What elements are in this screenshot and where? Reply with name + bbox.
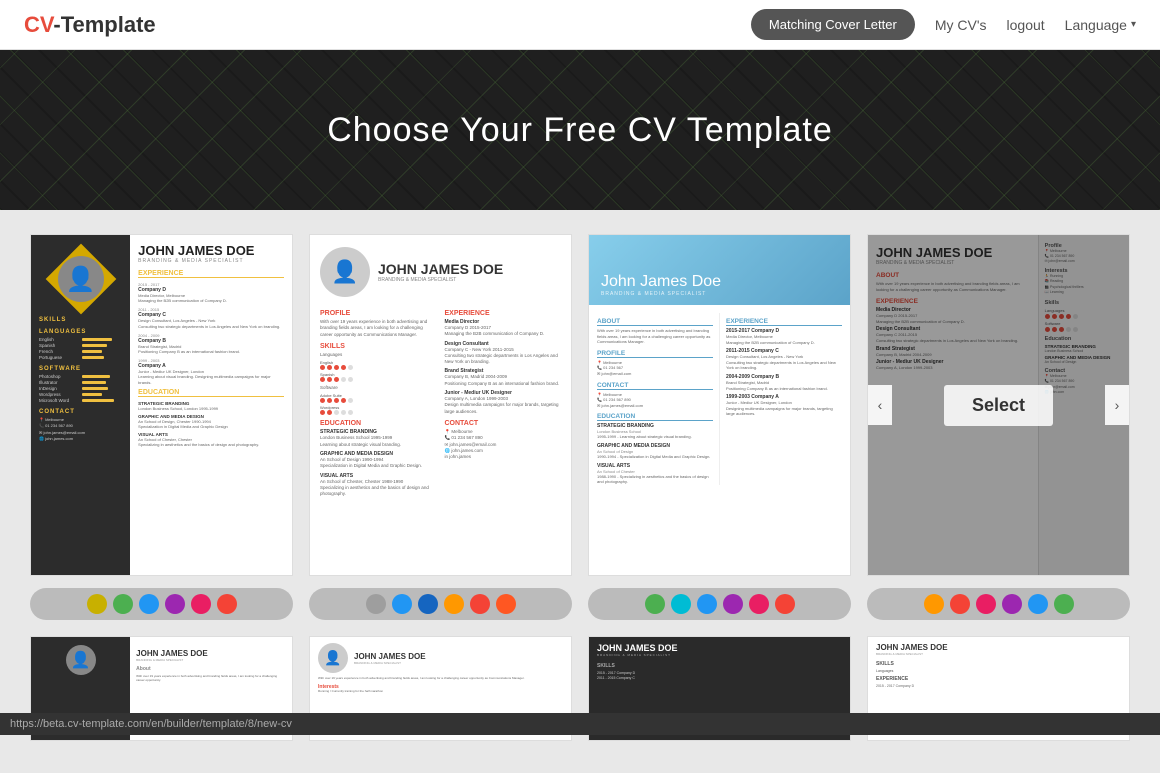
color-dot[interactable] (191, 594, 211, 614)
color-dot[interactable] (113, 594, 133, 614)
color-dot[interactable] (165, 594, 185, 614)
color-group-4 (867, 588, 1130, 620)
matching-cover-button[interactable]: Matching Cover Letter (751, 9, 915, 40)
templates-section: 👤 SKILLS Languages English Spanish Frenc… (0, 210, 1160, 773)
color-dot[interactable] (645, 594, 665, 614)
language-label: Language (1065, 17, 1127, 33)
prev-template-arrow[interactable]: ‹ (868, 385, 892, 425)
color-row (30, 576, 1130, 636)
template-card-2[interactable]: JOHN JAMES DOE BRANDING & MEDIA SPECIALI… (309, 234, 572, 576)
t1-left-panel: 👤 SKILLS Languages English Spanish Frenc… (31, 235, 130, 575)
next-template-arrow[interactable]: › (1105, 385, 1129, 425)
color-dot[interactable] (392, 594, 412, 614)
my-cvs-link[interactable]: My CV's (935, 17, 987, 33)
bottom-templates-row: 👤 JOHN JAMES DOE BRANDING & MEDIA SPECIA… (30, 636, 1130, 757)
template-preview-3: John James Doe Branding & media speciali… (589, 235, 850, 575)
color-dot[interactable] (723, 594, 743, 614)
language-selector[interactable]: Language ▾ (1065, 17, 1136, 33)
color-dot[interactable] (1002, 594, 1022, 614)
logo-cv: CV (24, 12, 53, 37)
hero-section: Choose Your Free CV Template (0, 50, 1160, 210)
logo[interactable]: CV-Template (24, 12, 156, 38)
color-group-3 (588, 588, 851, 620)
template-card-1[interactable]: 👤 SKILLS Languages English Spanish Frenc… (30, 234, 293, 576)
template-card-3[interactable]: John James Doe Branding & media speciali… (588, 234, 851, 576)
color-dot[interactable] (444, 594, 464, 614)
color-dot[interactable] (671, 594, 691, 614)
color-dot[interactable] (1028, 594, 1048, 614)
color-dot[interactable] (697, 594, 717, 614)
color-dot[interactable] (749, 594, 769, 614)
header-nav: Matching Cover Letter My CV's logout Lan… (751, 9, 1136, 40)
logo-dash: - (53, 12, 60, 37)
template-preview-1: 👤 SKILLS Languages English Spanish Frenc… (31, 235, 292, 575)
t2-avatar (320, 247, 370, 297)
logo-template: Template (61, 12, 156, 37)
select-overlay: Select (868, 235, 1129, 575)
template-preview-4: Select ‹ › JOHN JAMES DOE BRANDING & MED… (868, 235, 1129, 575)
color-dot[interactable] (470, 594, 490, 614)
status-url: https://beta.cv-template.com/en/builder/… (10, 718, 292, 730)
color-dot[interactable] (976, 594, 996, 614)
color-dot[interactable] (217, 594, 237, 614)
color-dot[interactable] (418, 594, 438, 614)
color-dot[interactable] (366, 594, 386, 614)
select-button[interactable]: Select (944, 385, 1053, 426)
color-dot[interactable] (496, 594, 516, 614)
header: CV-Template Matching Cover Letter My CV'… (0, 0, 1160, 50)
color-dot[interactable] (139, 594, 159, 614)
logout-link[interactable]: logout (1007, 17, 1045, 33)
template-preview-2: JOHN JAMES DOE BRANDING & MEDIA SPECIALI… (310, 235, 571, 575)
color-dot[interactable] (775, 594, 795, 614)
color-group-1 (30, 588, 293, 620)
template-card-4[interactable]: Select ‹ › JOHN JAMES DOE BRANDING & MED… (867, 234, 1130, 576)
t1-right-panel: JOHN JAMES DOE BRANDING & MEDIA SPECIALI… (130, 235, 292, 575)
color-dot[interactable] (924, 594, 944, 614)
hero-title: Choose Your Free CV Template (327, 111, 833, 150)
chevron-down-icon: ▾ (1131, 19, 1136, 30)
color-dot[interactable] (1054, 594, 1074, 614)
color-dot[interactable] (87, 594, 107, 614)
color-dot[interactable] (950, 594, 970, 614)
bt2-avatar (318, 643, 348, 673)
color-group-2 (309, 588, 572, 620)
status-bar: https://beta.cv-template.com/en/builder/… (0, 713, 1160, 735)
templates-row-1: 👤 SKILLS Languages English Spanish Frenc… (30, 234, 1130, 576)
